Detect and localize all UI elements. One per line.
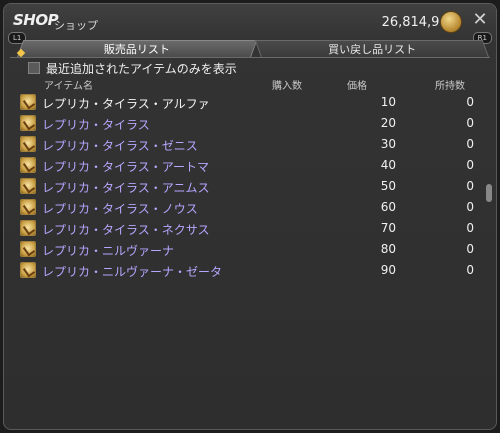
column-header-price: 価格 [347,81,367,92]
item-price: 30 [380,137,396,151]
item-owned: 0 [466,95,474,109]
item-price: 70 [380,221,396,235]
item-name: レプリカ・ニルヴァーナ・ゼータ [42,265,223,279]
tab-bar: 販売品リスト 買い戻し品リスト [10,40,490,58]
recent-only-label: 最近追加されたアイテムのみを表示 [46,62,237,76]
window-title: SHOP [13,11,59,29]
item-row[interactable]: レプリカ・タイラス・ネクサス 70 0 [20,218,482,239]
shop-window: SHOP ショップ 26,814,963 ✕ L1 R1 販売品リスト 買い戻し… [3,3,497,430]
item-icon [20,136,36,152]
tab-divider [10,57,490,58]
title-bar: SHOP ショップ 26,814,963 ✕ [4,4,496,38]
tab-sale-list[interactable]: 販売品リスト [16,40,258,58]
item-icon [20,262,36,278]
item-icon [20,241,36,257]
item-row[interactable]: レプリカ・タイラス・ノウス 60 0 [20,197,482,218]
item-owned: 0 [466,158,474,172]
item-price: 80 [380,242,396,256]
item-owned: 0 [466,137,474,151]
item-name: レプリカ・タイラス・アニムス [42,181,210,195]
item-name: レプリカ・タイラス・ネクサス [42,223,210,237]
column-header-name: アイテム名 [44,81,93,92]
item-name: レプリカ・タイラス・ゼニス [42,139,198,153]
item-name: レプリカ・ニルヴァーナ [42,244,175,258]
item-row[interactable]: レプリカ・タイラス 20 0 [20,113,482,134]
item-price: 50 [380,179,396,193]
item-owned: 0 [466,116,474,130]
column-header-owned: 所持数 [435,81,465,92]
crossed-swords-icon[interactable]: ✕ [470,10,490,30]
item-owned: 0 [466,221,474,235]
tab-sale-list-label: 販売品リスト [103,43,170,56]
item-price: 20 [380,116,396,130]
item-name: レプリカ・タイラス・ノウス [42,202,198,216]
window-subtitle: ショップ [54,19,98,32]
recent-only-checkbox[interactable] [28,62,40,74]
item-owned: 0 [466,179,474,193]
item-icon [20,199,36,215]
item-icon [20,94,36,110]
item-row[interactable]: レプリカ・タイラス・アニムス 50 0 [20,176,482,197]
item-price: 90 [380,263,396,277]
item-icon [20,115,36,131]
item-price: 60 [380,200,396,214]
scrollbar-thumb[interactable] [486,184,492,202]
item-row[interactable]: レプリカ・タイラス・アルファ 10 0 [20,92,482,113]
item-name: レプリカ・タイラス・アートマ [42,160,210,174]
item-row[interactable]: レプリカ・ニルヴァーナ・ゼータ 90 0 [20,260,482,281]
item-owned: 0 [466,242,474,256]
gil-coin-icon [440,11,462,33]
item-row[interactable]: レプリカ・ニルヴァーナ 80 0 [20,239,482,260]
item-row[interactable]: レプリカ・タイラス・ゼニス 30 0 [20,134,482,155]
item-icon [20,178,36,194]
item-icon [20,220,36,236]
item-name: レプリカ・タイラス [42,118,150,132]
item-icon [20,157,36,173]
tab-buyback-list[interactable]: 買い戻し品リスト [254,40,490,58]
column-header-qty: 購入数 [272,81,302,92]
item-price: 40 [380,158,396,172]
item-name: レプリカ・タイラス・アルファ [42,97,210,111]
item-owned: 0 [466,263,474,277]
item-price: 10 [380,95,396,109]
item-row[interactable]: レプリカ・タイラス・アートマ 40 0 [20,155,482,176]
item-owned: 0 [466,200,474,214]
tab-buyback-list-label: 買い戻し品リスト [328,43,417,56]
